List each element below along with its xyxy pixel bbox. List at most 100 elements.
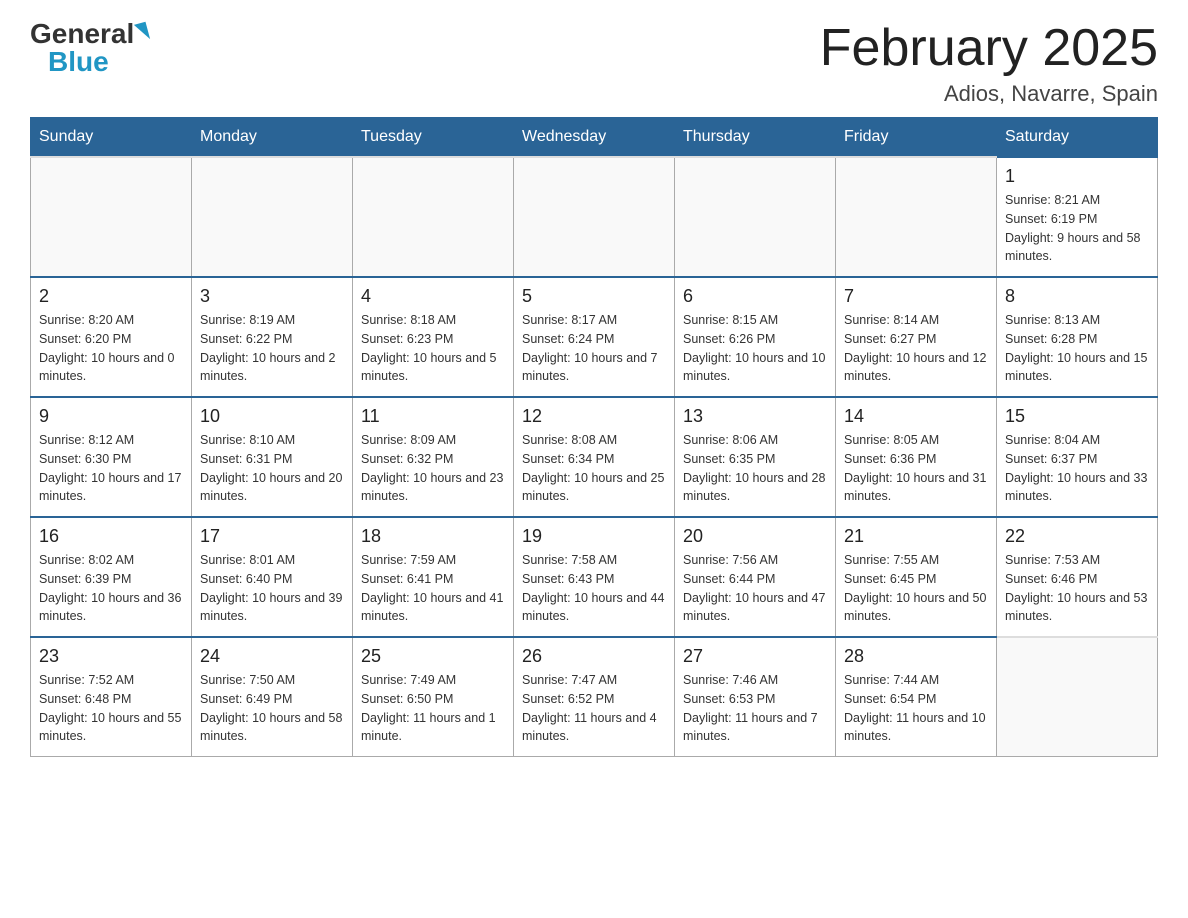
day-info: Sunrise: 8:17 AMSunset: 6:24 PMDaylight:…: [522, 311, 666, 386]
day-info: Sunrise: 8:12 AMSunset: 6:30 PMDaylight:…: [39, 431, 183, 506]
day-number: 1: [1005, 166, 1149, 187]
weekday-header-friday: Friday: [836, 118, 997, 158]
week-row-5: 23 Sunrise: 7:52 AMSunset: 6:48 PMDayligh…: [31, 637, 1158, 757]
day-number: 12: [522, 406, 666, 427]
calendar-cell: 20 Sunrise: 7:56 AMSunset: 6:44 PMDayligh…: [675, 517, 836, 637]
calendar-cell: 3Sunrise: 8:19 AMSunset: 6:22 PMDaylight…: [192, 277, 353, 397]
day-info: Sunrise: 7:52 AMSunset: 6:48 PMDaylight:…: [39, 671, 183, 746]
day-number: 20: [683, 526, 827, 547]
day-info: Sunrise: 7:46 AMSunset: 6:53 PMDaylight:…: [683, 671, 827, 746]
weekday-header-sunday: Sunday: [31, 118, 192, 158]
calendar-header: SundayMondayTuesdayWednesdayThursdayFrid…: [31, 118, 1158, 158]
calendar-cell: 4 Sunrise: 8:18 AMSunset: 6:23 PMDaylight…: [353, 277, 514, 397]
calendar-cell: [31, 157, 192, 277]
day-number: 5: [522, 286, 666, 307]
calendar-cell: 5 Sunrise: 8:17 AMSunset: 6:24 PMDaylight…: [514, 277, 675, 397]
calendar-cell: 26 Sunrise: 7:47 AMSunset: 6:52 PMDayligh…: [514, 637, 675, 757]
day-info: Sunrise: 8:18 AMSunset: 6:23 PMDaylight:…: [361, 311, 505, 386]
day-info: Sunrise: 7:44 AMSunset: 6:54 PMDaylight:…: [844, 671, 988, 746]
day-info: Sunrise: 8:14 AMSunset: 6:27 PMDaylight:…: [844, 311, 988, 386]
week-row-1: 1 Sunrise: 8:21 AMSunset: 6:19 PMDaylight…: [31, 157, 1158, 277]
day-number: 7: [844, 286, 988, 307]
day-info: Sunrise: 8:20 AMSunset: 6:20 PMDaylight:…: [39, 311, 183, 386]
calendar-cell: 14Sunrise: 8:05 AMSunset: 6:36 PMDayligh…: [836, 397, 997, 517]
day-number: 9: [39, 406, 183, 427]
calendar-cell: 28 Sunrise: 7:44 AMSunset: 6:54 PMDayligh…: [836, 637, 997, 757]
day-info: Sunrise: 7:56 AMSunset: 6:44 PMDaylight:…: [683, 551, 827, 626]
day-number: 2: [39, 286, 183, 307]
day-info: Sunrise: 7:55 AMSunset: 6:45 PMDaylight:…: [844, 551, 988, 626]
calendar-cell: [192, 157, 353, 277]
day-number: 25: [361, 646, 505, 667]
calendar-cell: [353, 157, 514, 277]
calendar-cell: 1 Sunrise: 8:21 AMSunset: 6:19 PMDaylight…: [997, 157, 1158, 277]
logo: General Blue: [30, 20, 148, 76]
day-number: 28: [844, 646, 988, 667]
day-number: 21: [844, 526, 988, 547]
day-info: Sunrise: 7:47 AMSunset: 6:52 PMDaylight:…: [522, 671, 666, 746]
day-number: 11: [361, 406, 505, 427]
weekday-header-wednesday: Wednesday: [514, 118, 675, 158]
day-info: Sunrise: 8:05 AMSunset: 6:36 PMDaylight:…: [844, 431, 988, 506]
day-info: Sunrise: 7:53 AMSunset: 6:46 PMDaylight:…: [1005, 551, 1149, 626]
calendar-cell: 27 Sunrise: 7:46 AMSunset: 6:53 PMDayligh…: [675, 637, 836, 757]
calendar-table: SundayMondayTuesdayWednesdayThursdayFrid…: [30, 117, 1158, 757]
day-info: Sunrise: 8:04 AMSunset: 6:37 PMDaylight:…: [1005, 431, 1149, 506]
day-number: 26: [522, 646, 666, 667]
week-row-4: 16 Sunrise: 8:02 AMSunset: 6:39 PMDayligh…: [31, 517, 1158, 637]
calendar-cell: [514, 157, 675, 277]
day-number: 24: [200, 646, 344, 667]
day-number: 17: [200, 526, 344, 547]
day-info: Sunrise: 8:15 AMSunset: 6:26 PMDaylight:…: [683, 311, 827, 386]
day-number: 27: [683, 646, 827, 667]
day-info: Sunrise: 8:01 AMSunset: 6:40 PMDaylight:…: [200, 551, 344, 626]
day-info: Sunrise: 8:02 AMSunset: 6:39 PMDaylight:…: [39, 551, 183, 626]
week-row-2: 2 Sunrise: 8:20 AMSunset: 6:20 PMDaylight…: [31, 277, 1158, 397]
day-info: Sunrise: 8:09 AMSunset: 6:32 PMDaylight:…: [361, 431, 505, 506]
weekday-header-tuesday: Tuesday: [353, 118, 514, 158]
day-number: 16: [39, 526, 183, 547]
calendar-cell: 9 Sunrise: 8:12 AMSunset: 6:30 PMDaylight…: [31, 397, 192, 517]
day-number: 8: [1005, 286, 1149, 307]
day-info: Sunrise: 7:59 AMSunset: 6:41 PMDaylight:…: [361, 551, 505, 626]
calendar-cell: 7 Sunrise: 8:14 AMSunset: 6:27 PMDaylight…: [836, 277, 997, 397]
calendar-cell: [836, 157, 997, 277]
day-info: Sunrise: 8:08 AMSunset: 6:34 PMDaylight:…: [522, 431, 666, 506]
calendar-body: 1 Sunrise: 8:21 AMSunset: 6:19 PMDaylight…: [31, 157, 1158, 757]
weekday-header-monday: Monday: [192, 118, 353, 158]
calendar-cell: 23 Sunrise: 7:52 AMSunset: 6:48 PMDayligh…: [31, 637, 192, 757]
calendar-cell: 15 Sunrise: 8:04 AMSunset: 6:37 PMDayligh…: [997, 397, 1158, 517]
calendar-cell: 17 Sunrise: 8:01 AMSunset: 6:40 PMDayligh…: [192, 517, 353, 637]
day-info: Sunrise: 8:10 AMSunset: 6:31 PMDaylight:…: [200, 431, 344, 506]
calendar-cell: 2 Sunrise: 8:20 AMSunset: 6:20 PMDaylight…: [31, 277, 192, 397]
day-number: 6: [683, 286, 827, 307]
weekday-header-thursday: Thursday: [675, 118, 836, 158]
day-number: 10: [200, 406, 344, 427]
day-number: 22: [1005, 526, 1149, 547]
weekday-header-row: SundayMondayTuesdayWednesdayThursdayFrid…: [31, 118, 1158, 158]
calendar-cell: 18Sunrise: 7:59 AMSunset: 6:41 PMDayligh…: [353, 517, 514, 637]
calendar-cell: 13 Sunrise: 8:06 AMSunset: 6:35 PMDayligh…: [675, 397, 836, 517]
calendar-cell: 22 Sunrise: 7:53 AMSunset: 6:46 PMDayligh…: [997, 517, 1158, 637]
calendar-cell: 11 Sunrise: 8:09 AMSunset: 6:32 PMDayligh…: [353, 397, 514, 517]
day-number: 15: [1005, 406, 1149, 427]
day-number: 19: [522, 526, 666, 547]
calendar-cell: 16 Sunrise: 8:02 AMSunset: 6:39 PMDayligh…: [31, 517, 192, 637]
calendar-cell: 10 Sunrise: 8:10 AMSunset: 6:31 PMDayligh…: [192, 397, 353, 517]
calendar-cell: 12 Sunrise: 8:08 AMSunset: 6:34 PMDayligh…: [514, 397, 675, 517]
logo-blue-text: Blue: [48, 48, 109, 76]
logo-arrow-icon: [134, 22, 150, 42]
day-info: Sunrise: 7:50 AMSunset: 6:49 PMDaylight:…: [200, 671, 344, 746]
week-row-3: 9 Sunrise: 8:12 AMSunset: 6:30 PMDaylight…: [31, 397, 1158, 517]
day-info: Sunrise: 8:06 AMSunset: 6:35 PMDaylight:…: [683, 431, 827, 506]
calendar-cell: [675, 157, 836, 277]
calendar-cell: 6 Sunrise: 8:15 AMSunset: 6:26 PMDaylight…: [675, 277, 836, 397]
calendar-cell: 24 Sunrise: 7:50 AMSunset: 6:49 PMDayligh…: [192, 637, 353, 757]
day-number: 4: [361, 286, 505, 307]
day-info: Sunrise: 7:49 AMSunset: 6:50 PMDaylight:…: [361, 671, 505, 746]
day-number: 23: [39, 646, 183, 667]
page-header: General Blue February 2025 Adios, Navarr…: [30, 20, 1158, 107]
day-number: 13: [683, 406, 827, 427]
location-subtitle: Adios, Navarre, Spain: [820, 81, 1158, 107]
day-info: Sunrise: 8:21 AMSunset: 6:19 PMDaylight:…: [1005, 191, 1149, 266]
